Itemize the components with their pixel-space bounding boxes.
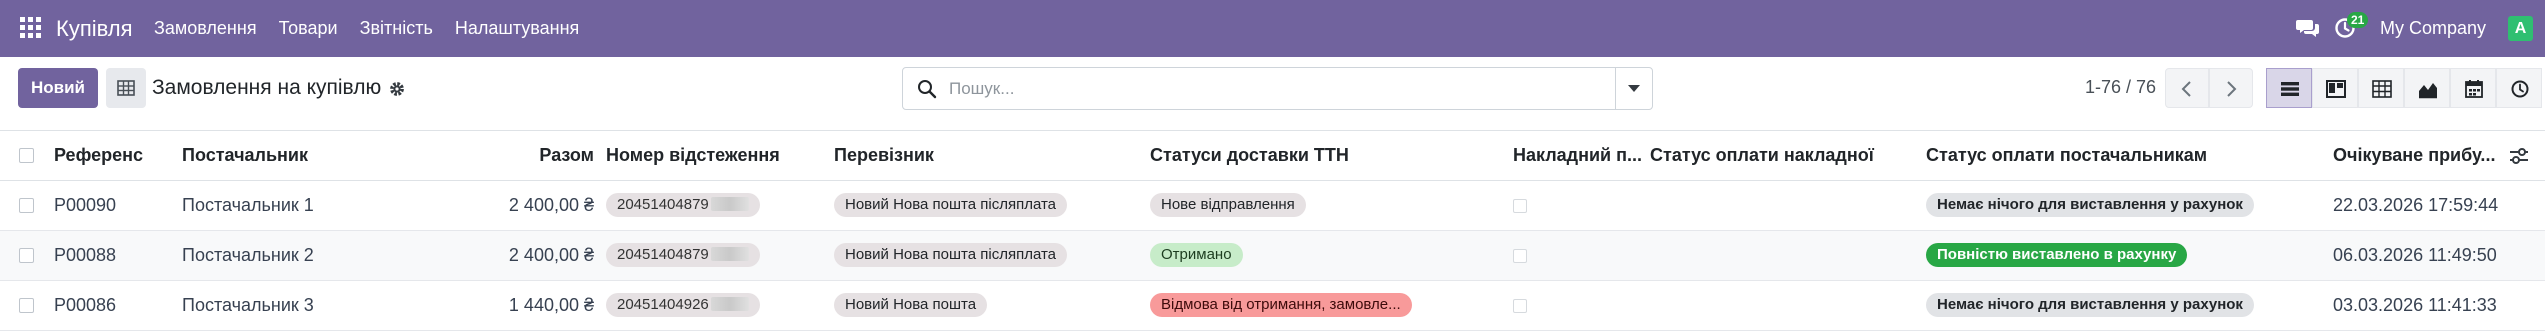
tracking-number-badge: 20451404926	[606, 293, 760, 317]
chevron-right-icon	[2227, 81, 2237, 97]
caret-down-icon	[1628, 85, 1640, 92]
tracking-number-badge: 20451404879	[606, 243, 760, 267]
kanban-view-button[interactable]	[2312, 68, 2358, 108]
column-header-vendor[interactable]: Постачальник	[182, 145, 308, 166]
column-header-carrier[interactable]: Перевізник	[834, 145, 934, 166]
table-row[interactable]: P00090 Постачальник 1 2 400,00 ₴ 2045140…	[0, 181, 2545, 231]
column-header-expected-arrival[interactable]: Очікуване прибу...	[2333, 145, 2495, 166]
kanban-view-icon	[2326, 80, 2346, 98]
list-view-icon	[2281, 82, 2299, 96]
column-header-invoice-payment-status[interactable]: Статус оплати накладної	[1650, 145, 1874, 166]
view-switcher	[2266, 68, 2542, 108]
table-row[interactable]: P00086 Постачальник 3 1 440,00 ₴ 2045140…	[0, 281, 2545, 331]
tracking-number-badge: 20451404879	[606, 193, 760, 217]
vendor-payment-status-badge: Повністю виставлено в рахунку	[1926, 243, 2188, 267]
delivery-status-badge: Відмова від отримання, замовле...	[1150, 293, 1412, 317]
calendar-view-icon	[2465, 80, 2483, 98]
table-row[interactable]: P00088 Постачальник 2 2 400,00 ₴ 2045140…	[0, 231, 2545, 281]
column-header-invoice-flag[interactable]: Накладний п...	[1513, 145, 1642, 166]
new-button[interactable]: Новий	[18, 68, 98, 108]
row-checkbox[interactable]	[19, 248, 34, 263]
invoice-flag-checkbox	[1513, 249, 1527, 263]
pager-next-button[interactable]	[2209, 68, 2253, 108]
main-menu: Замовлення Товари Звітність Налаштування	[154, 18, 601, 39]
redacted-mask	[710, 247, 749, 261]
cell-reference: P00088	[54, 245, 117, 265]
menu-item-orders[interactable]: Замовлення	[154, 18, 257, 39]
vendor-payment-status-badge: Немає нічого для виставлення у рахунок	[1926, 293, 2254, 317]
redacted-mask	[710, 197, 749, 211]
pivot-view-button[interactable]	[2358, 68, 2404, 108]
cell-total: 1 440,00 ₴	[508, 295, 594, 315]
cell-expected-arrival: 22.03.2026 17:59:44	[2333, 195, 2499, 215]
cell-total: 2 400,00 ₴	[508, 245, 594, 265]
invoice-flag-checkbox	[1513, 199, 1527, 213]
cell-reference: P00086	[54, 295, 117, 315]
column-header-reference[interactable]: Референс	[54, 145, 143, 166]
carrier-badge: Новий Нова пошта	[834, 293, 988, 317]
redacted-mask	[710, 297, 749, 311]
gear-icon[interactable]	[388, 80, 406, 98]
page-title: Замовлення на купівлю	[152, 76, 382, 99]
search-options-toggle[interactable]	[1615, 68, 1652, 109]
search-input[interactable]	[949, 78, 1589, 100]
menu-item-reporting[interactable]: Звітність	[360, 18, 433, 39]
tracking-number-text: 20451404879	[617, 196, 709, 213]
app-brand[interactable]: Купівля	[56, 16, 133, 42]
graph-view-icon	[2419, 83, 2437, 99]
list-view-button[interactable]	[2266, 68, 2312, 108]
delivery-status-badge: Нове відправлення	[1150, 193, 1306, 217]
top-navbar: Купівля Замовлення Товари Звітність Нала…	[0, 0, 2545, 57]
pager-value[interactable]: 1-76 / 76	[2085, 77, 2156, 98]
activity-view-icon	[2511, 80, 2529, 98]
delivery-status-badge: Отримано	[1150, 243, 1243, 267]
activity-count-badge: 21	[2347, 12, 2369, 28]
cell-vendor: Постачальник 2	[182, 245, 314, 265]
optional-columns-icon[interactable]	[2508, 145, 2530, 167]
table-header: Референс Постачальник Разом Номер відсте…	[0, 131, 2545, 181]
table-icon	[117, 80, 135, 96]
menu-item-configuration[interactable]: Налаштування	[455, 18, 579, 39]
tracking-number-text: 20451404879	[617, 246, 709, 263]
column-header-delivery-status[interactable]: Статуси доставки ТТН	[1150, 145, 1349, 166]
select-all-checkbox[interactable]	[19, 148, 34, 163]
invoice-flag-checkbox	[1513, 299, 1527, 313]
calendar-view-button[interactable]	[2450, 68, 2496, 108]
search-bar	[902, 67, 1653, 110]
pivot-view-icon	[2372, 80, 2392, 98]
carrier-badge: Новий Нова пошта післяплата	[834, 243, 1068, 267]
grid-toggle-button[interactable]	[106, 68, 146, 108]
menu-item-products[interactable]: Товари	[279, 18, 338, 39]
cell-reference: P00090	[54, 195, 117, 215]
chevron-left-icon	[2181, 81, 2191, 97]
column-header-tracking[interactable]: Номер відстеження	[606, 145, 780, 166]
pager-previous-button[interactable]	[2165, 68, 2209, 108]
activity-view-button[interactable]	[2496, 68, 2542, 108]
search-icon	[918, 80, 937, 99]
cell-total: 2 400,00 ₴	[508, 195, 594, 215]
graph-view-button[interactable]	[2404, 68, 2450, 108]
column-header-vendor-payment-status[interactable]: Статус оплати постачальникам	[1926, 145, 2207, 166]
carrier-badge: Новий Нова пошта післяплата	[834, 193, 1068, 217]
tracking-number-text: 20451404926	[617, 296, 709, 313]
row-checkbox[interactable]	[19, 198, 34, 213]
row-checkbox[interactable]	[19, 298, 34, 313]
chat-icon[interactable]	[2296, 18, 2320, 38]
user-avatar[interactable]: A	[2508, 16, 2533, 41]
cell-expected-arrival: 03.03.2026 11:41:33	[2333, 295, 2497, 315]
apps-grid-icon[interactable]	[20, 17, 41, 38]
vendor-payment-status-badge: Немає нічого для виставлення у рахунок	[1926, 193, 2254, 217]
control-panel: Новий Замовлення на купівлю 1-76 / 76	[0, 57, 2545, 131]
company-switcher[interactable]: My Company	[2380, 18, 2486, 39]
cell-expected-arrival: 06.03.2026 11:49:50	[2333, 245, 2497, 265]
cell-vendor: Постачальник 3	[182, 295, 314, 315]
column-header-total[interactable]: Разом	[480, 145, 594, 166]
cell-vendor: Постачальник 1	[182, 195, 314, 215]
